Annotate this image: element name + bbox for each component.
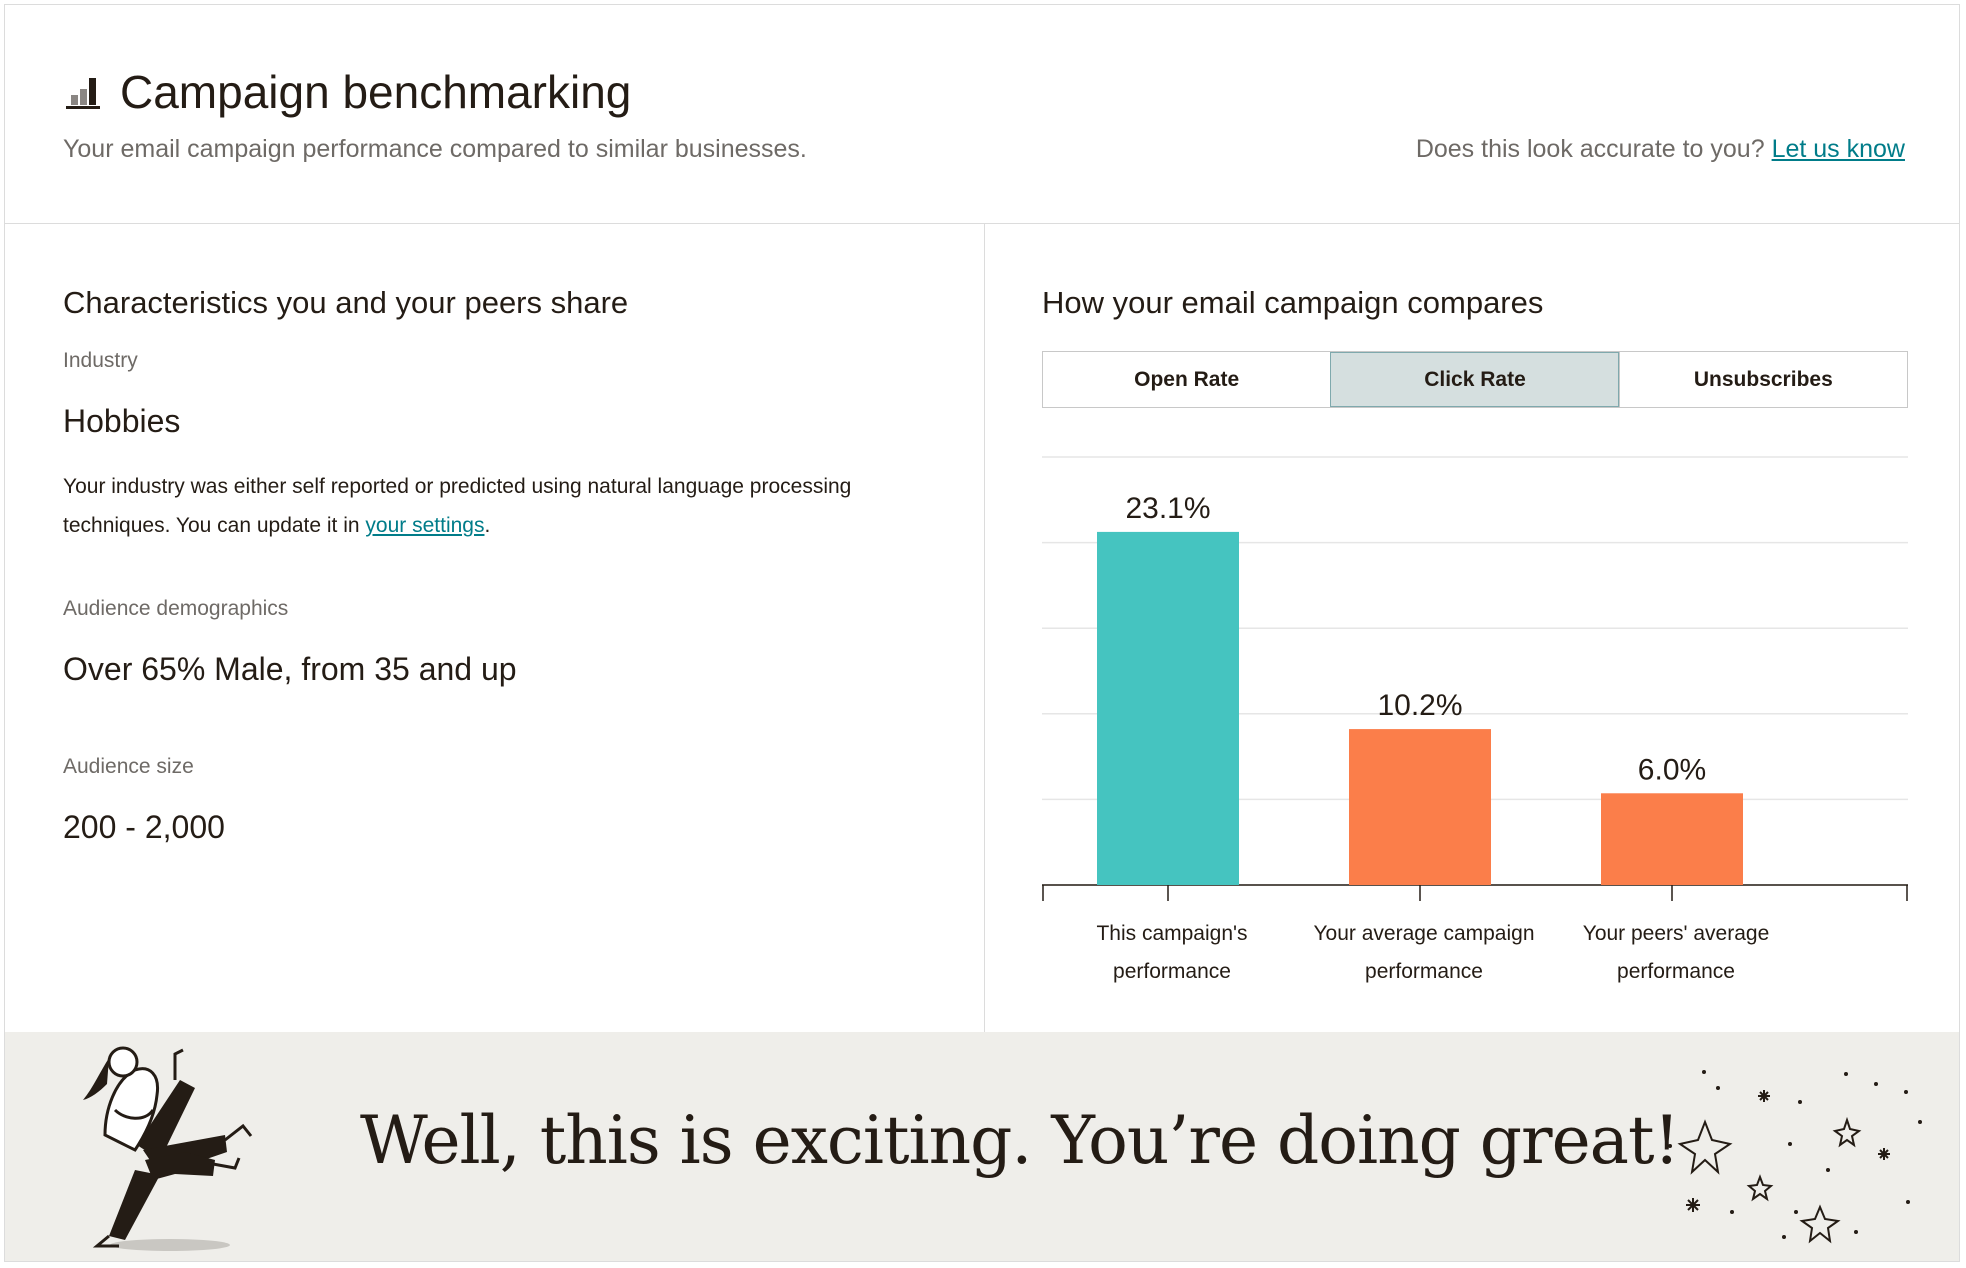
bar-value-label: 6.0% — [1638, 753, 1706, 786]
feedback-text: Does this look accurate to you? — [1415, 135, 1765, 163]
category-label: Your average campaign — [1313, 922, 1534, 945]
bar-value-label: 10.2% — [1377, 689, 1462, 722]
tab-click-rate[interactable]: Click Rate — [1330, 352, 1619, 407]
page-subtitle: Your email campaign performance compared… — [63, 135, 807, 163]
tab-open-rate[interactable]: Open Rate — [1043, 352, 1331, 407]
feedback-prompt: Does this look accurate to you? Let us k… — [1416, 135, 1905, 164]
kicking-person-illustration — [83, 1046, 253, 1251]
audience-size-label: Audience size — [63, 755, 194, 778]
industry-value: Hobbies — [63, 403, 181, 439]
category-label: Your peers' average — [1583, 922, 1770, 945]
benchmark-card: Campaign benchmarking Your email campaig… — [4, 4, 1960, 1262]
category-label: performance — [1365, 960, 1483, 983]
industry-note-end: . — [484, 514, 491, 537]
sparkle-stars-decoration — [1668, 1070, 1922, 1244]
bar-2 — [1349, 729, 1491, 885]
bar-value-label: 23.1% — [1125, 492, 1210, 525]
success-banner: Well, this is exciting. You’re doing gre… — [5, 1032, 1959, 1261]
industry-note: Your industry was either self reported o… — [63, 467, 893, 545]
bar-1 — [1097, 531, 1239, 885]
metric-tabs: Open Rate Click Rate Unsubscribes — [1042, 351, 1908, 408]
category-label: This campaign's — [1096, 922, 1247, 945]
your-settings-link[interactable]: your settings — [365, 514, 484, 537]
let-us-know-link[interactable]: Let us know — [1772, 135, 1905, 163]
panel-divider — [984, 223, 985, 1035]
demographics-value: Over 65% Male, from 35 and up — [63, 651, 517, 687]
demographics-label: Audience demographics — [63, 597, 289, 620]
category-label: performance — [1113, 960, 1231, 983]
characteristics-heading: Characteristics you and your peers share — [63, 285, 629, 320]
bar-chart-icon — [66, 78, 100, 109]
industry-label: Industry — [63, 349, 138, 372]
card-header: Campaign benchmarking Your email campaig… — [5, 5, 1959, 224]
tab-unsubscribes[interactable]: Unsubscribes — [1618, 352, 1907, 407]
page-title: Campaign benchmarking — [120, 66, 632, 118]
comparison-heading: How your email campaign compares — [1042, 285, 1544, 320]
bar-3 — [1601, 793, 1743, 885]
banner-message: Well, this is exciting. You’re doing gre… — [360, 1102, 1680, 1179]
audience-size-value: 200 - 2,000 — [63, 809, 225, 845]
click-rate-chart: 23.1% This campaign's performance 10.2% Your… — [1042, 456, 1908, 983]
category-label: performance — [1617, 960, 1735, 983]
